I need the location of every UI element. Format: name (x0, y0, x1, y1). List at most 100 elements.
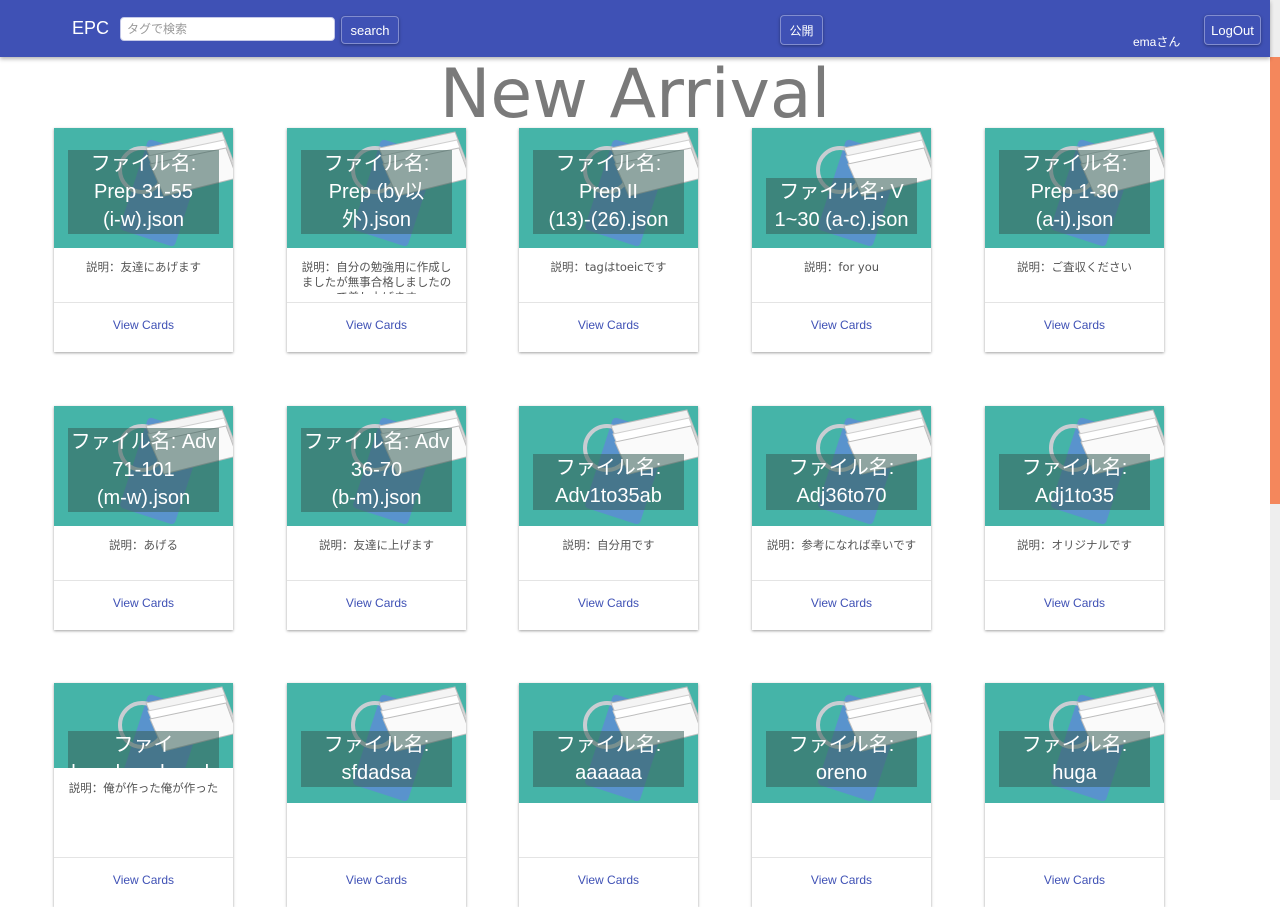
view-cards-link[interactable]: View Cards (752, 873, 931, 887)
user-name: emaさん (1133, 35, 1181, 49)
card-image: ファイル名: Adv1to35ab (519, 406, 698, 526)
card-image: ファイル名: huga (985, 683, 1164, 803)
card-description: 説明：自分用です (562, 538, 655, 552)
card-file-name: ファイル名: aaaaaa (533, 731, 684, 787)
card-file-name-line: Adj1to35 (1035, 485, 1114, 507)
card-description (766, 815, 917, 849)
brand-logo[interactable]: EPC (72, 18, 109, 39)
view-cards-link[interactable]: View Cards (752, 318, 931, 332)
file-card: ファイル名: oreno View Cards (752, 683, 931, 907)
card-file-name: ファイ hogehogehogeh (68, 731, 219, 768)
view-cards-link[interactable]: View Cards (54, 596, 233, 610)
card-divider (519, 580, 698, 581)
view-cards-link[interactable]: View Cards (985, 318, 1164, 332)
card-divider (287, 857, 466, 858)
file-card: ファイル名: Adv1to35ab 説明：自分用です View Cards (519, 406, 698, 630)
card-file-name-line: ファイル名: (323, 734, 430, 756)
view-cards-link[interactable]: View Cards (985, 596, 1164, 610)
card-image: ファイル名: sfdadsa (287, 683, 466, 803)
view-cards-link[interactable]: View Cards (985, 873, 1164, 887)
card-image: ファイル名: Prep 1-30 (a-i).json (985, 128, 1164, 248)
card-file-name-line: 外).json (342, 209, 411, 231)
card-file-name: ファイル名: Adj1to35 (999, 454, 1150, 510)
card-description: 説明：友達に上げます (319, 538, 434, 552)
card-divider (752, 302, 931, 303)
file-card: ファイル名: Adv 71-101 (m-w).json 説明：あげる View Car… (54, 406, 233, 630)
card-file-name-line: sfdadsa (341, 762, 412, 784)
card-file-name-line: aaaaaa (575, 762, 642, 784)
card-description: 説明：オリジナルです (1017, 538, 1132, 552)
card-image: ファイル名: oreno (752, 683, 931, 803)
top-navbar: EPC search 公開 emaさん LogOut (0, 0, 1270, 57)
card-divider (752, 857, 931, 858)
view-cards-link[interactable]: View Cards (287, 873, 466, 887)
view-cards-link[interactable]: View Cards (519, 873, 698, 887)
card-file-name-line: ファイル名: (555, 153, 662, 175)
file-card: ファイル名: sfdadsa View Cards (287, 683, 466, 907)
card-file-name-line: (b-m).json (331, 487, 422, 509)
card-file-name-line: ファイル名: (788, 457, 895, 479)
card-description: 説明：ご査収ください (1017, 260, 1132, 274)
view-cards-link[interactable]: View Cards (287, 596, 466, 610)
card-file-name-line: Adv1to35ab (555, 485, 662, 507)
card-file-name-line: ファイル名: (1021, 734, 1128, 756)
card-file-name-line: (i-w).json (102, 209, 185, 231)
card-description (533, 815, 684, 849)
card-image: ファイ hogehogehogeh (54, 683, 233, 768)
card-file-name: ファイル名: Adj36to70 (766, 454, 917, 510)
card-divider (287, 580, 466, 581)
file-card: ファイル名: aaaaaa View Cards (519, 683, 698, 907)
scrollbar-thumb[interactable] (1270, 57, 1280, 504)
card-image: ファイル名: V 1~30 (a-c).json (752, 128, 931, 248)
file-card: ファイル名: Adj1to35 説明：オリジナルです View Cards (985, 406, 1164, 630)
view-cards-link[interactable]: View Cards (519, 596, 698, 610)
card-divider (54, 302, 233, 303)
card-file-name-line: ファイル名: Adv (303, 431, 450, 453)
card-image: ファイル名: Prep 31-55 (i-w).json (54, 128, 233, 248)
card-file-name-line: Prep (by以 (328, 181, 425, 203)
card-image: ファイル名: Prep II (13)-(26).json (519, 128, 698, 248)
card-file-name: ファイル名: oreno (766, 731, 917, 787)
card-file-name-line: 1~30 (a-c).json (774, 209, 909, 231)
card-description: 説明：参考になれば幸いです (766, 538, 917, 552)
card-divider (752, 580, 931, 581)
file-card: ファイ hogehogehogeh 説明：俺が作った俺が作った View Cards (54, 683, 233, 907)
publish-button[interactable]: 公開 (780, 15, 823, 45)
card-description: 説明：自分の勉強用に作成しましたが無事合格しましたので差し上げます (301, 260, 452, 294)
card-file-name: ファイル名: huga (999, 731, 1150, 787)
view-cards-link[interactable]: View Cards (519, 318, 698, 332)
card-file-name-line: ファイ (113, 734, 174, 756)
card-image: ファイル名: Adj36to70 (752, 406, 931, 526)
card-image: ファイル名: Adv 71-101 (m-w).json (54, 406, 233, 526)
card-image: ファイル名: Adj1to35 (985, 406, 1164, 526)
view-cards-link[interactable]: View Cards (287, 318, 466, 332)
card-file-name-line: Adj36to70 (796, 485, 887, 507)
card-description: 説明：あげる (109, 538, 178, 552)
search-button[interactable]: search (341, 16, 399, 44)
card-description: 説明：俺が作った俺が作った (68, 781, 219, 795)
card-description (301, 815, 452, 849)
card-image: ファイル名: Adv 36-70 (b-m).json (287, 406, 466, 526)
view-cards-link[interactable]: View Cards (54, 873, 233, 887)
card-file-name-line: 71-101 (112, 459, 175, 481)
card-description: 説明：tagはtoeicです (550, 260, 667, 274)
tag-search-input[interactable] (120, 17, 335, 41)
view-cards-link[interactable]: View Cards (54, 318, 233, 332)
card-file-name-line: 36-70 (350, 459, 403, 481)
file-card: ファイル名: Prep 31-55 (i-w).json 説明：友達にあげます View… (54, 128, 233, 352)
card-file-name: ファイル名: Adv 71-101 (m-w).json (68, 428, 219, 512)
file-card: ファイル名: huga View Cards (985, 683, 1164, 907)
card-divider (54, 857, 233, 858)
card-file-name-line: ファイル名: Adv (70, 431, 217, 453)
card-file-name-line: ファイル名: (788, 734, 895, 756)
card-file-name-line: oreno (815, 762, 868, 784)
card-file-name-line: Prep II (579, 181, 638, 203)
card-file-name: ファイル名: Adv 36-70 (b-m).json (301, 428, 452, 512)
file-card: ファイル名: Adj36to70 説明：参考になれば幸いです View Cards (752, 406, 931, 630)
card-divider (54, 580, 233, 581)
logout-button[interactable]: LogOut (1204, 15, 1261, 45)
file-card: ファイル名: Prep 1-30 (a-i).json 説明：ご査収ください View … (985, 128, 1164, 352)
card-divider (985, 302, 1164, 303)
file-card: ファイル名: Prep (by以 外).json 説明：自分の勉強用に作成しましたが無… (287, 128, 466, 352)
view-cards-link[interactable]: View Cards (752, 596, 931, 610)
